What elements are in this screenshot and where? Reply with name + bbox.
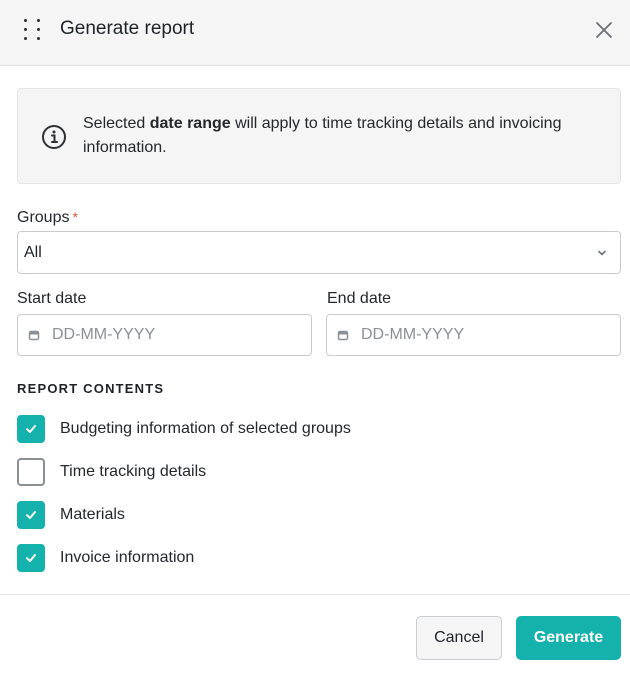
checkmark-icon — [26, 425, 36, 433]
cancel-button[interactable]: Cancel — [416, 616, 502, 660]
invoice-checkbox[interactable] — [17, 544, 45, 572]
start-date-label: Start date — [17, 290, 87, 307]
calendar-icon — [28, 330, 40, 341]
dialog-header: Generate report — [0, 0, 630, 66]
chevron-down-icon — [598, 250, 606, 256]
time-tracking-label: Time tracking details — [60, 463, 207, 480]
start-date-field[interactable] — [17, 314, 312, 356]
start-date-input[interactable] — [52, 324, 292, 346]
info-emphasis: date range — [149, 115, 231, 132]
end-date-input[interactable] — [361, 324, 601, 346]
end-date-field[interactable] — [326, 314, 621, 356]
close-icon — [596, 22, 612, 38]
report-contents-heading: REPORT CONTENTS — [17, 381, 165, 396]
end-date-label: End date — [327, 290, 392, 307]
materials-label: Materials — [60, 506, 125, 523]
groups-select-value: All — [24, 244, 42, 261]
budgeting-label: Budgeting information of selected groups — [60, 420, 351, 437]
checkmark-icon — [26, 511, 36, 519]
materials-checkbox[interactable] — [17, 501, 45, 529]
required-indicator: * — [72, 209, 78, 225]
close-button[interactable] — [590, 16, 618, 44]
checkmark-icon — [26, 554, 36, 562]
footer-divider — [0, 594, 630, 595]
calendar-icon — [337, 330, 349, 341]
checkbox-row-invoice[interactable]: Invoice information — [17, 544, 517, 572]
groups-label: Groups * — [17, 209, 78, 226]
dialog-title: Generate report — [60, 18, 195, 39]
budgeting-checkbox[interactable] — [17, 415, 45, 443]
checkbox-row-materials[interactable]: Materials — [17, 501, 517, 529]
info-icon — [42, 125, 66, 149]
time-tracking-checkbox[interactable] — [17, 458, 45, 486]
info-banner: Selected date range will apply to time t… — [17, 88, 621, 184]
generate-button[interactable]: Generate — [516, 616, 621, 660]
invoice-label: Invoice information — [60, 549, 195, 566]
checkbox-row-budgeting[interactable]: Budgeting information of selected groups — [17, 415, 517, 443]
drag-handle-icon[interactable] — [24, 19, 40, 41]
info-message: Selected date range will apply to time t… — [83, 115, 562, 156]
checkbox-row-time-tracking[interactable]: Time tracking details — [17, 458, 517, 486]
groups-select[interactable]: All — [17, 231, 621, 274]
